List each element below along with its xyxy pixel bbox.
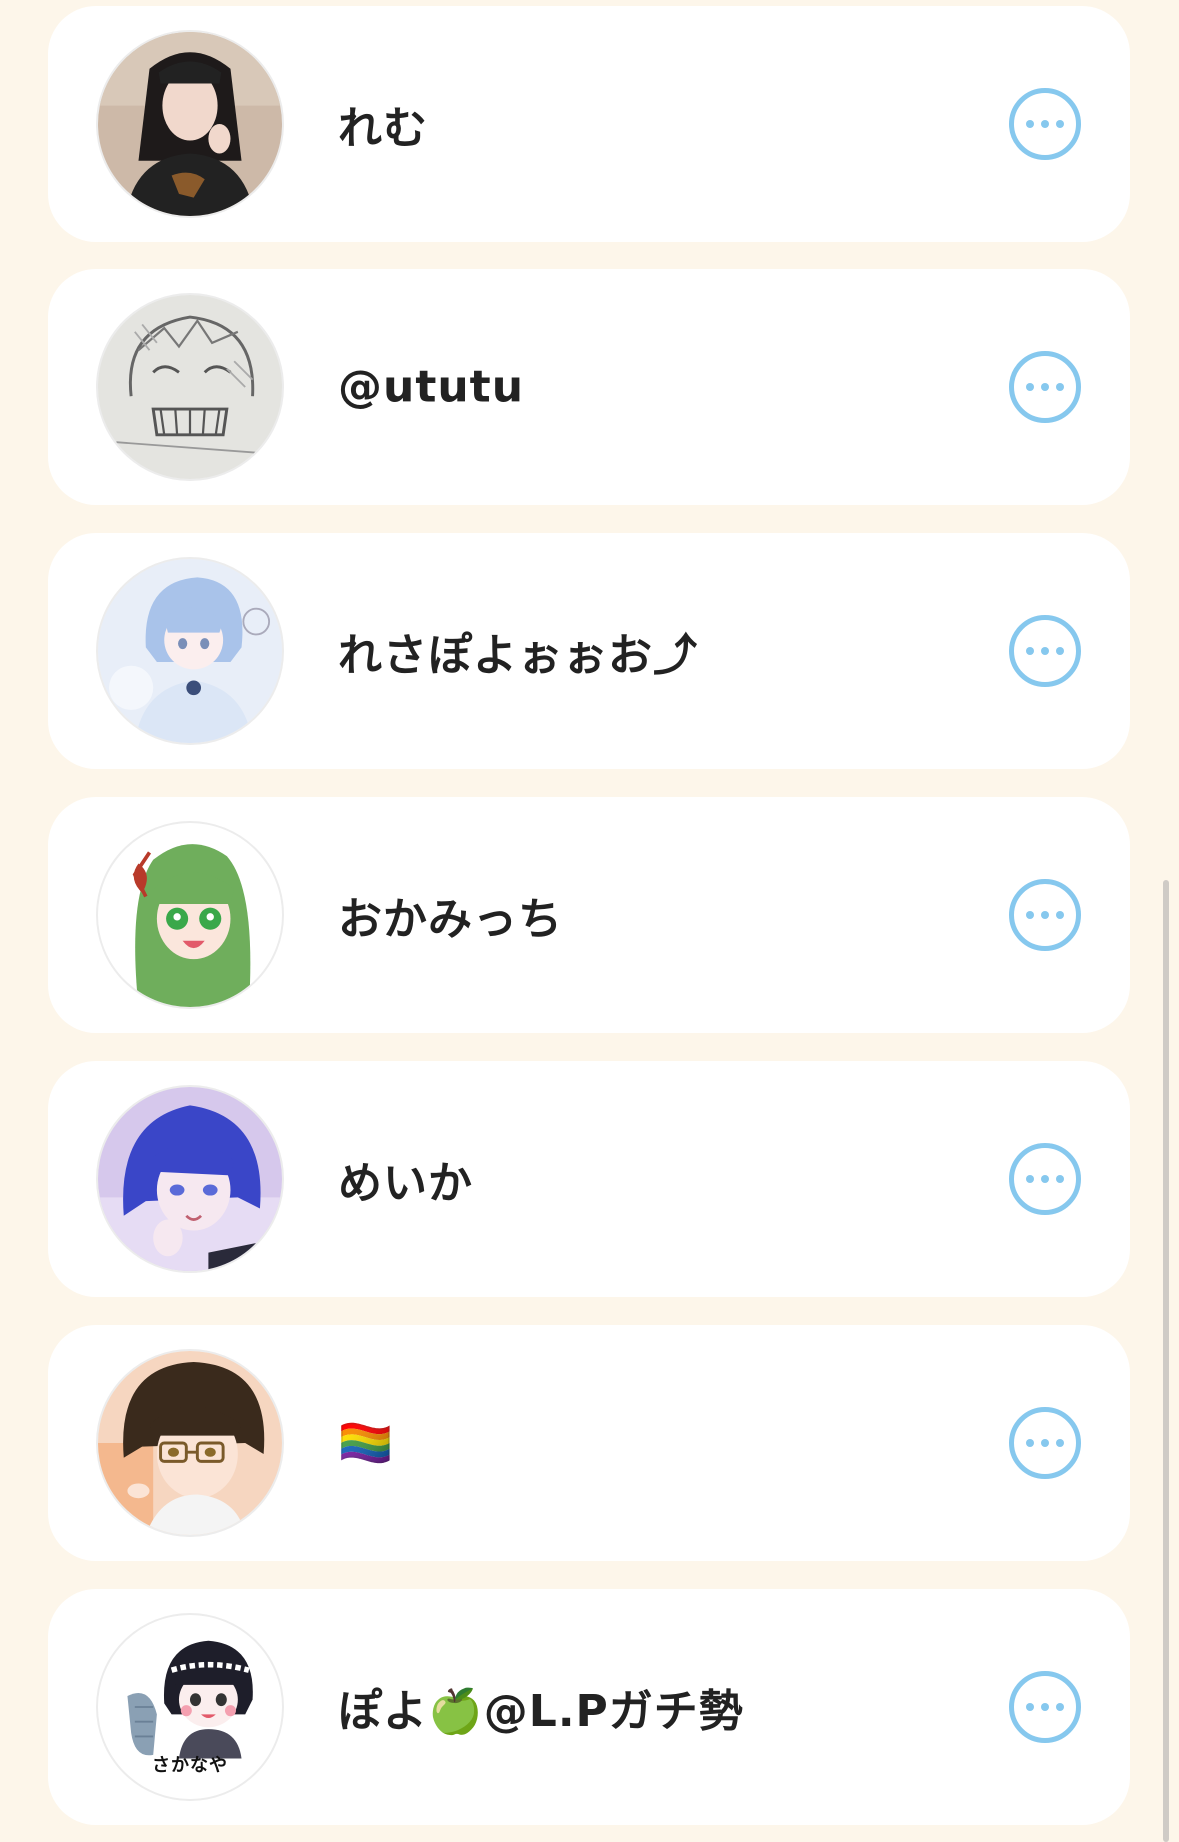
contact-name: めいか [338,1158,473,1209]
contact-card[interactable]: めいか [48,1061,1130,1297]
more-options-icon[interactable] [1009,88,1081,160]
avatar[interactable] [96,557,284,745]
avatar[interactable] [96,1349,284,1537]
more-options-icon[interactable] [1009,1143,1081,1215]
more-options-icon[interactable] [1009,879,1081,951]
scrollbar[interactable] [1163,880,1169,1842]
avatar[interactable] [96,30,284,218]
contact-card[interactable]: @ututu [48,269,1130,505]
contact-card[interactable]: れさぽよぉぉお⤴ [48,533,1130,769]
avatar[interactable] [96,821,284,1009]
contact-name: おかみっち [338,894,563,945]
contact-card[interactable]: さかなや ぽよ🍏@L.Pガチ勢 [48,1589,1130,1825]
contact-card[interactable]: おかみっち [48,797,1130,1033]
contact-name: ぽよ🍏@L.Pガチ勢 [338,1686,744,1737]
contact-card[interactable]: 🏳️‍🌈 [48,1325,1130,1561]
contact-name: れむ [338,103,428,154]
more-options-icon[interactable] [1009,351,1081,423]
avatar-caption: さかなや [152,1755,228,1776]
contact-card[interactable]: れむ [48,6,1130,242]
contact-name: れさぽよぉぉお⤴ [338,630,698,681]
contact-name: 🏳️‍🌈 [338,1418,394,1469]
avatar[interactable] [96,1085,284,1273]
avatar[interactable] [96,293,284,481]
more-options-icon[interactable] [1009,1407,1081,1479]
more-options-icon[interactable] [1009,615,1081,687]
contact-name: @ututu [338,361,525,413]
more-options-icon[interactable] [1009,1671,1081,1743]
avatar[interactable]: さかなや [96,1613,284,1801]
